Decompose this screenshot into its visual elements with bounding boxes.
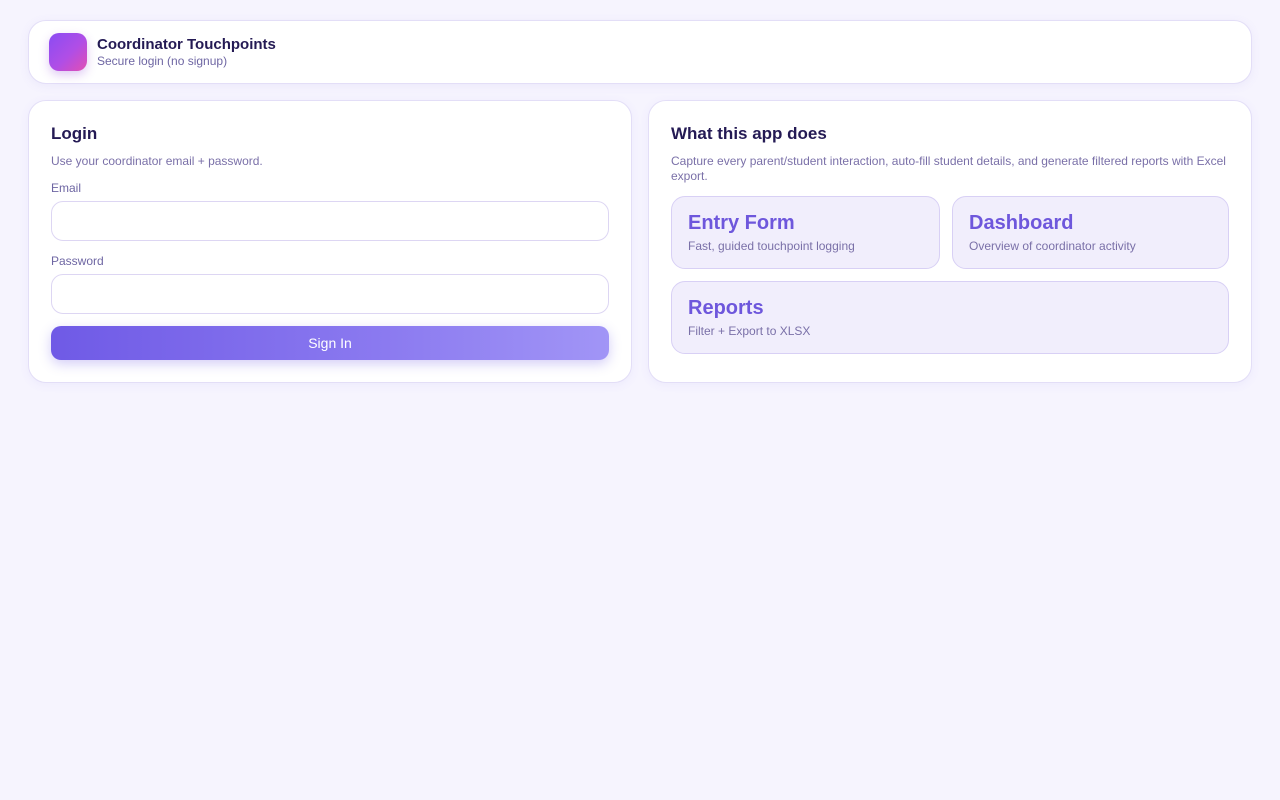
feature-subtitle: Fast, guided touchpoint logging <box>688 239 855 253</box>
feature-title: Entry Form <box>688 212 795 234</box>
about-title: What this app does <box>671 124 827 143</box>
feature-title: Dashboard <box>969 212 1074 234</box>
feature-grid: Entry Form Fast, guided touchpoint loggi… <box>671 196 1229 354</box>
feature-dashboard: Dashboard Overview of coordinator activi… <box>952 196 1229 269</box>
feature-subtitle: Filter + Export to XLSX <box>688 324 811 338</box>
about-card: What this app does Capture every parent/… <box>648 100 1252 383</box>
email-field[interactable] <box>51 201 609 241</box>
feature-entry-form: Entry Form Fast, guided touchpoint loggi… <box>671 196 940 269</box>
login-description: Use your coordinator email + password. <box>51 154 263 168</box>
feature-reports: Reports Filter + Export to XLSX <box>671 281 1229 354</box>
app-title: Coordinator Touchpoints <box>97 35 276 53</box>
login-title: Login <box>51 124 98 143</box>
login-card: Login Use your coordinator email + passw… <box>28 100 632 383</box>
feature-title: Reports <box>688 297 764 319</box>
password-label: Password <box>51 254 104 268</box>
sign-in-button[interactable]: Sign In <box>51 326 609 360</box>
feature-subtitle: Overview of coordinator activity <box>969 239 1136 253</box>
app-header: Coordinator Touchpoints Secure login (no… <box>28 20 1252 84</box>
app-logo-icon <box>49 33 87 71</box>
brand: Coordinator Touchpoints Secure login (no… <box>97 36 276 69</box>
password-field[interactable] <box>51 274 609 314</box>
email-label: Email <box>51 181 82 195</box>
about-description: Capture every parent/student interaction… <box>671 154 1226 183</box>
app-subtitle: Secure login (no signup) <box>97 53 228 68</box>
